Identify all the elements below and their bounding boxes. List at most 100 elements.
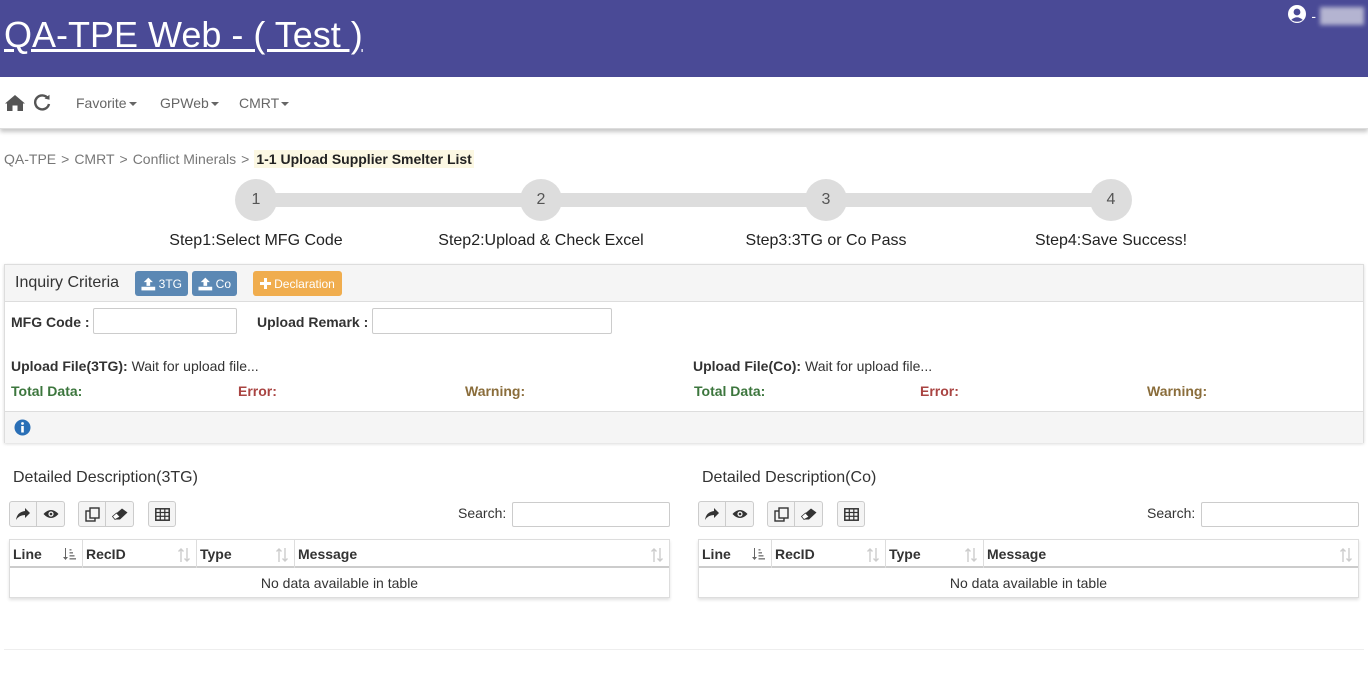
upload-file-3tg-status: Upload File(3TG): Wait for upload file..… <box>11 358 259 374</box>
caret-down-icon <box>210 102 219 107</box>
footer-divider <box>4 649 1364 650</box>
table-icon <box>843 507 859 521</box>
step-4-label: Step4:Save Success! <box>1034 232 1188 249</box>
eye-icon <box>43 510 58 518</box>
user-name-redacted <box>1320 6 1364 25</box>
user-menu[interactable]: - <box>1287 4 1364 27</box>
sort-icon <box>965 548 977 562</box>
error-3tg: Error: <box>238 383 277 399</box>
caret-down-icon <box>281 102 290 107</box>
nav-favorite[interactable]: Favorite <box>76 95 137 111</box>
sort-icon <box>1340 548 1352 562</box>
columns-button-co[interactable] <box>837 501 865 527</box>
copy-button-3tg[interactable] <box>78 501 106 527</box>
clear-button-co[interactable] <box>795 501 823 527</box>
view-button-co[interactable] <box>726 501 754 527</box>
user-circle-icon <box>1287 4 1307 27</box>
warning-co: Warning: <box>1147 383 1208 399</box>
view-button-3tg[interactable] <box>37 501 65 527</box>
home-icon[interactable] <box>4 94 26 115</box>
breadcrumb-conflict-minerals[interactable]: Conflict Minerals <box>133 151 236 167</box>
share-button-co[interactable] <box>698 501 726 527</box>
table-3tg-empty-row: No data available in table <box>260 575 419 591</box>
info-icon[interactable] <box>14 419 31 439</box>
upload-3tg-button[interactable]: 3TG <box>135 271 188 296</box>
upload-co-button[interactable]: Co <box>192 271 237 296</box>
sort-icon <box>178 548 190 562</box>
eraser-icon <box>800 508 816 520</box>
column-recid-co[interactable]: RecID <box>772 540 886 568</box>
mfg-code-input[interactable] <box>93 308 237 334</box>
plus-icon <box>260 278 272 289</box>
table-icon <box>154 507 170 521</box>
search-label-co: Search: <box>1147 505 1196 521</box>
column-type-co[interactable]: Type <box>886 540 984 568</box>
inquiry-panel: Inquiry Criteria 3TG Co Declaration MFG … <box>4 264 1364 443</box>
detail-co-title: Detailed Description(Co) <box>702 469 877 486</box>
step-4-circle: 4 <box>1090 179 1132 221</box>
column-recid-3tg[interactable]: RecID <box>83 540 197 568</box>
refresh-icon[interactable] <box>33 94 51 115</box>
clear-button-3tg[interactable] <box>106 501 134 527</box>
sort-icon <box>276 548 288 562</box>
table-co-empty-row: No data available in table <box>949 575 1108 591</box>
step-3-circle: 3 <box>805 179 847 221</box>
upload-file-co-status: Upload File(Co): Wait for upload file... <box>693 358 933 374</box>
sort-asc-icon <box>752 548 765 560</box>
inquiry-panel-footer <box>5 411 1363 443</box>
breadcrumb-separator: > <box>61 151 70 167</box>
breadcrumb-cmrt[interactable]: CMRT <box>74 151 114 167</box>
copy-icon <box>84 506 100 522</box>
copy-icon <box>773 506 789 522</box>
table-3tg-header: Line RecID Type Message <box>10 540 669 568</box>
columns-button-3tg[interactable] <box>148 501 176 527</box>
eye-icon <box>732 510 747 518</box>
column-message-co[interactable]: Message <box>984 540 1358 568</box>
upload-icon <box>141 277 156 290</box>
warning-3tg: Warning: <box>465 383 526 399</box>
step-2-circle: 2 <box>520 179 562 221</box>
inquiry-title: Inquiry Criteria <box>15 274 120 291</box>
column-line-3tg[interactable]: Line <box>10 540 83 568</box>
upload-remark-label: Upload Remark : <box>257 314 369 330</box>
step-1-circle: 1 <box>235 179 277 221</box>
declaration-button[interactable]: Declaration <box>253 271 342 296</box>
column-line-co[interactable]: Line <box>699 540 772 568</box>
breadcrumb-separator: > <box>241 151 250 167</box>
app-title[interactable]: QA-TPE Web - ( Test ) <box>4 14 363 56</box>
table-co-header: Line RecID Type Message <box>699 540 1358 568</box>
step-1-label: Step1:Select MFG Code <box>169 232 343 249</box>
sort-asc-icon <box>63 548 76 560</box>
step-3-label: Step3:3TG or Co Pass <box>745 232 907 249</box>
breadcrumb: QA-TPE > CMRT > Conflict Minerals > 1-1 … <box>4 150 474 168</box>
search-input-3tg[interactable] <box>512 502 670 527</box>
column-message-3tg[interactable]: Message <box>295 540 669 568</box>
inquiry-panel-header: Inquiry Criteria 3TG Co Declaration <box>5 265 1363 302</box>
breadcrumb-current: 1-1 Upload Supplier Smelter List <box>254 150 474 168</box>
table-co: Line RecID Type Message No data availabl… <box>698 539 1359 598</box>
upload-icon <box>198 277 213 290</box>
nav-gpweb[interactable]: GPWeb <box>160 95 219 111</box>
breadcrumb-qa-tpe[interactable]: QA-TPE <box>4 151 56 167</box>
nav-bar: Favorite GPWeb CMRT <box>0 77 1368 129</box>
search-label-3tg: Search: <box>458 505 507 521</box>
search-input-co[interactable] <box>1201 502 1359 527</box>
copy-button-co[interactable] <box>767 501 795 527</box>
share-button-3tg[interactable] <box>9 501 37 527</box>
error-co: Error: <box>920 383 959 399</box>
breadcrumb-separator: > <box>119 151 128 167</box>
mfg-code-label: MFG Code : <box>11 314 90 330</box>
detail-3tg-title: Detailed Description(3TG) <box>13 469 198 486</box>
eraser-icon <box>111 508 127 520</box>
table-3tg: Line RecID Type Message No data availabl… <box>9 539 670 598</box>
share-icon <box>16 508 30 520</box>
step-progress-track <box>256 193 1111 207</box>
column-type-3tg[interactable]: Type <box>197 540 295 568</box>
caret-down-icon <box>128 102 137 107</box>
app-header: QA-TPE Web - ( Test ) - <box>0 0 1368 77</box>
upload-remark-input[interactable] <box>372 308 612 334</box>
nav-cmrt[interactable]: CMRT <box>239 95 290 111</box>
total-data-3tg: Total Data: <box>11 383 83 399</box>
sort-icon <box>651 548 663 562</box>
share-icon <box>705 508 719 520</box>
